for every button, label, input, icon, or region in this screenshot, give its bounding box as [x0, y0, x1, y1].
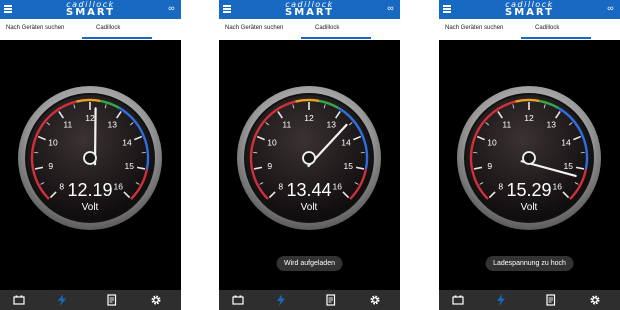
phone-screen-2: cadillock SMART ∞ Nach Geräten suchen Ca… — [219, 0, 400, 310]
top-bar: cadillock SMART ∞ — [0, 0, 181, 19]
gauge-tick-label: 15 — [563, 161, 573, 171]
bolt-icon[interactable] — [495, 294, 507, 306]
link-icon[interactable]: ∞ — [166, 3, 177, 14]
tab-cadillock[interactable]: Cadillock — [535, 25, 559, 31]
gauge-tick-label: 9 — [487, 161, 492, 171]
gauge-tick-label: 11 — [502, 120, 511, 130]
gauge-tick-label: 14 — [122, 138, 132, 148]
tab-search-devices[interactable]: Nach Geräten suchen — [445, 25, 503, 31]
voltage-unit: Volt — [301, 202, 318, 213]
gauge-tick-label: 13 — [107, 120, 117, 130]
gauge-tick-label: 11 — [282, 120, 291, 130]
phone-screen-3: cadillock SMART ∞ Nach Geräten suchen Ca… — [439, 0, 620, 310]
gauge-needle-hub — [302, 151, 316, 165]
voltage-gauge: 89 10 11 12 13 14 151612.19 Volt — [18, 86, 162, 230]
gauge-tick-label: 11 — [63, 120, 72, 130]
app-logo: cadillock SMART — [439, 0, 620, 18]
active-tab-indicator — [82, 37, 152, 39]
gauge-tick-label: 14 — [561, 138, 571, 148]
gauge-tick-label: 13 — [326, 120, 336, 130]
gauge-tick-label: 12 — [524, 113, 534, 123]
gauge-tick-label: 16 — [114, 181, 124, 191]
top-bar: cadillock SMART ∞ — [439, 0, 620, 19]
voltage-unit: Volt — [521, 202, 538, 213]
voltage-gauge: 89 10 11 12 13 14 151615.29 Volt — [457, 86, 601, 230]
status-toast: Ladespannung zu hoch — [485, 256, 574, 271]
bottom-nav — [0, 290, 181, 310]
log-icon[interactable] — [545, 294, 557, 306]
gauge-tick-label: 16 — [333, 181, 343, 191]
bolt-icon[interactable] — [275, 294, 287, 306]
gauge-tick-label: 12 — [85, 113, 95, 123]
gauge-tick-label: 10 — [267, 138, 277, 148]
gauge-tick-label: 10 — [487, 138, 497, 148]
gauge-tick-label: 8 — [498, 181, 503, 191]
logo-line2: SMART — [505, 7, 554, 18]
bolt-icon[interactable] — [56, 294, 68, 306]
active-tab-indicator — [521, 37, 591, 39]
link-icon[interactable]: ∞ — [605, 3, 616, 14]
phone-screen-1: cadillock SMART ∞ Nach Geräten suchen Ca… — [0, 0, 181, 310]
tab-cadillock[interactable]: Cadillock — [96, 25, 120, 31]
logo-line2: SMART — [285, 7, 334, 18]
gauge-tick-label: 16 — [553, 181, 563, 191]
tab-bar: Nach Geräten suchen Cadillock — [219, 19, 400, 40]
gauge-tick-label: 9 — [48, 161, 53, 171]
battery-icon[interactable] — [232, 294, 244, 306]
voltage-readout: 12.19 — [67, 180, 112, 200]
log-icon[interactable] — [106, 294, 118, 306]
gauge-tick-label: 9 — [267, 161, 272, 171]
gauge-tick-label: 10 — [48, 138, 58, 148]
gauge-needle-hub — [522, 151, 536, 165]
tab-bar: Nach Geräten suchen Cadillock — [439, 19, 620, 40]
tab-bar: Nach Geräten suchen Cadillock — [0, 19, 181, 40]
gauge-tick-label: 15 — [343, 161, 353, 171]
gauge-tick-label: 13 — [546, 120, 556, 130]
gauge-tick-label: 14 — [341, 138, 351, 148]
settings-icon[interactable] — [589, 294, 601, 306]
tab-search-devices[interactable]: Nach Geräten suchen — [225, 25, 283, 31]
status-toast: Wird aufgeladen — [276, 256, 343, 271]
voltage-readout: 15.29 — [506, 180, 551, 200]
battery-icon[interactable] — [452, 294, 464, 306]
bottom-nav — [439, 290, 620, 310]
settings-icon[interactable] — [369, 294, 381, 306]
settings-icon[interactable] — [150, 294, 162, 306]
link-icon[interactable]: ∞ — [385, 3, 396, 14]
app-logo: cadillock SMART — [0, 0, 181, 18]
gauge-tick-label: 12 — [304, 113, 314, 123]
voltage-unit: Volt — [82, 202, 99, 213]
gauge-tick-label: 8 — [278, 181, 283, 191]
gauge-tick-label: 15 — [124, 161, 134, 171]
voltage-gauge: 89 10 11 12 13 14 151613.44 Volt — [237, 86, 381, 230]
logo-line2: SMART — [66, 7, 115, 18]
voltage-readout: 13.44 — [286, 180, 331, 200]
app-logo: cadillock SMART — [219, 0, 400, 18]
battery-icon[interactable] — [13, 294, 25, 306]
tab-cadillock[interactable]: Cadillock — [315, 25, 339, 31]
tab-search-devices[interactable]: Nach Geräten suchen — [6, 25, 64, 31]
active-tab-indicator — [301, 37, 371, 39]
top-bar: cadillock SMART ∞ — [219, 0, 400, 19]
gauge-tick-label: 8 — [59, 181, 64, 191]
log-icon[interactable] — [325, 294, 337, 306]
bottom-nav — [219, 290, 400, 310]
gauge-needle-hub — [83, 151, 97, 165]
